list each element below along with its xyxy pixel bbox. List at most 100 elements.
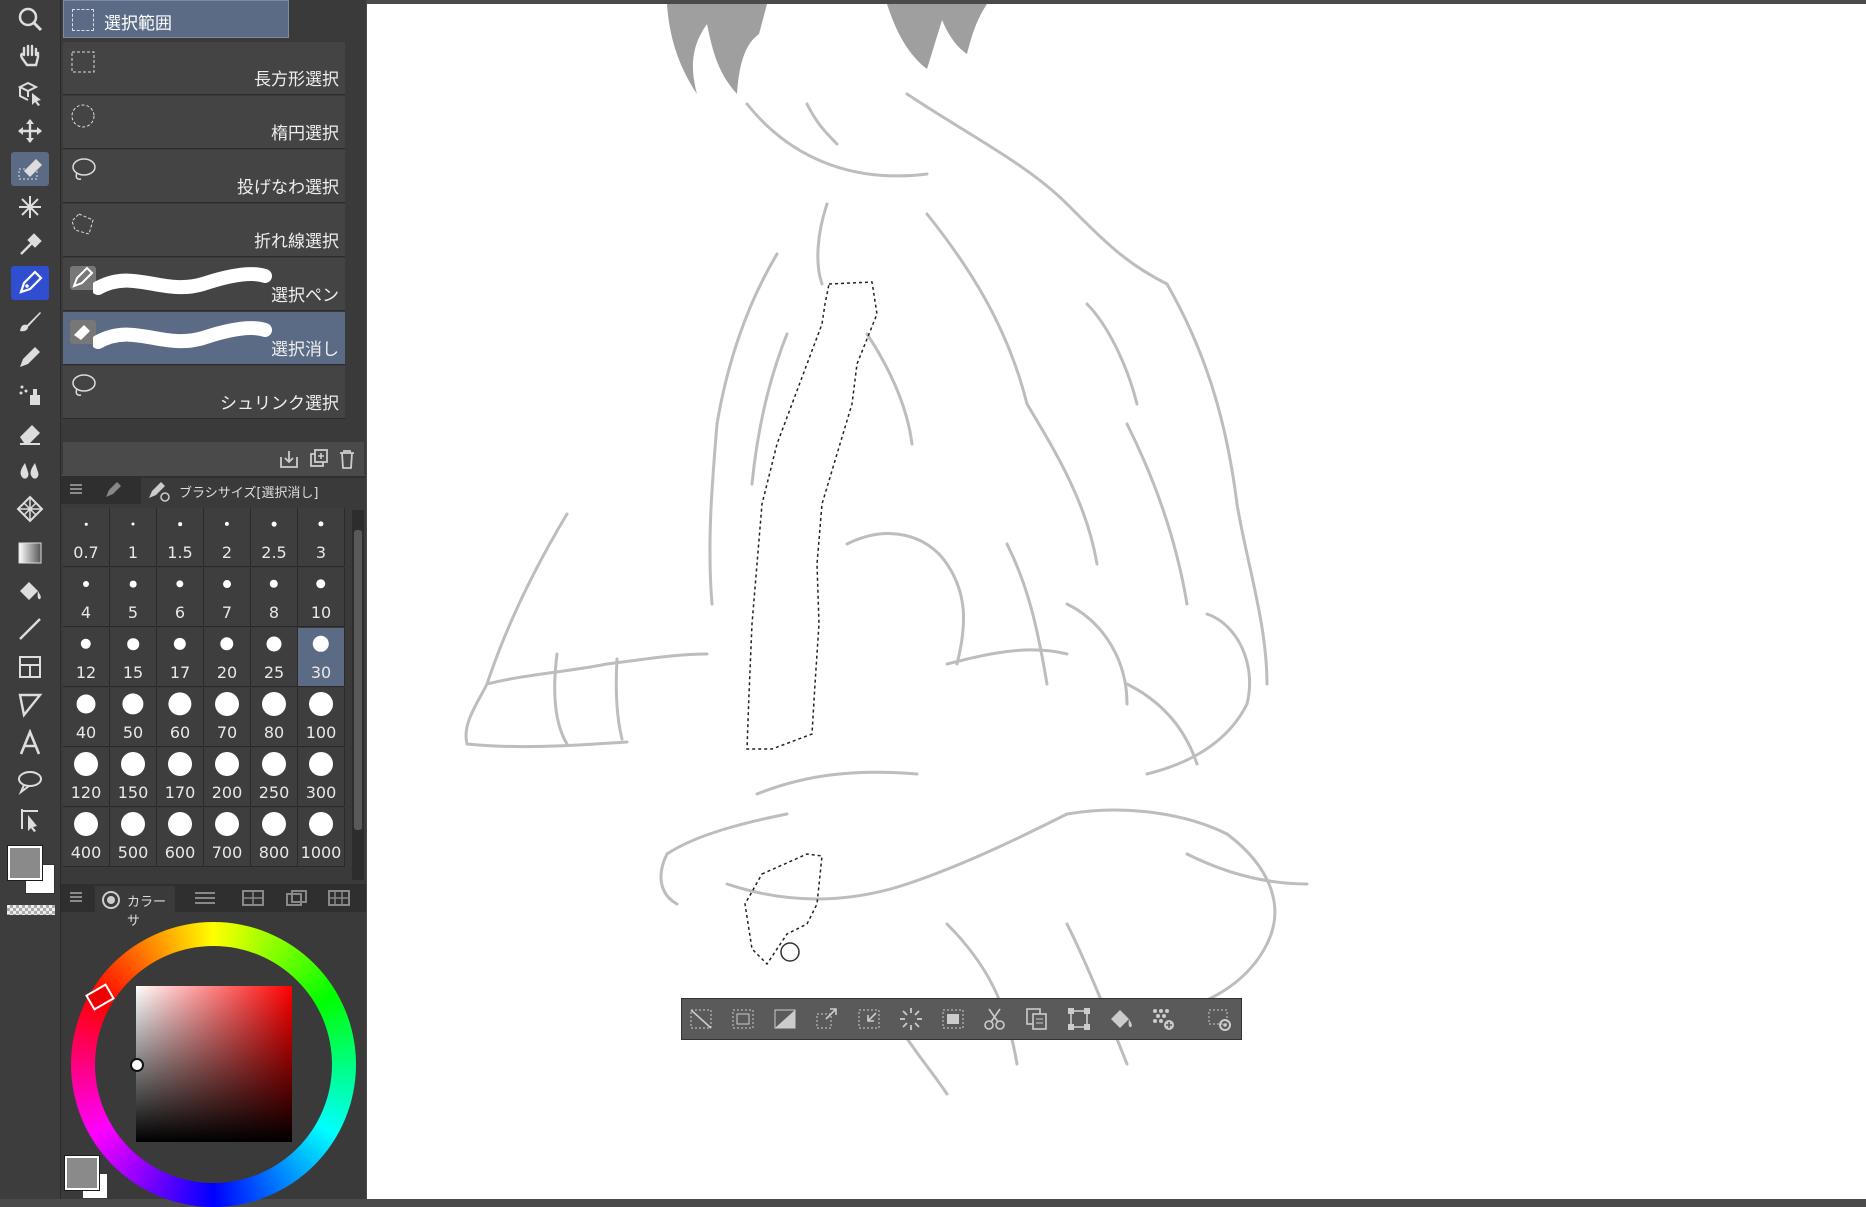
- brush-size-cell[interactable]: 50: [110, 688, 157, 747]
- correct-line-tool-icon[interactable]: [11, 802, 49, 836]
- main-color-swatch[interactable]: [8, 846, 42, 880]
- brush-size-cell[interactable]: 15: [110, 628, 157, 687]
- brush-size-cell[interactable]: 120: [63, 748, 110, 807]
- brush-size-cell[interactable]: 6: [157, 568, 204, 627]
- intermediate-color-tab-icon[interactable]: [285, 889, 309, 907]
- menu-icon[interactable]: [69, 890, 83, 904]
- brush-size-cell[interactable]: 60: [157, 688, 204, 747]
- subtool-selection-pen[interactable]: 選択ペン: [63, 258, 345, 311]
- balloon-tool-icon[interactable]: [11, 764, 49, 798]
- brush-size-cell[interactable]: 3: [298, 508, 345, 567]
- hand-tool-icon[interactable]: [11, 38, 49, 72]
- brush-size-cell[interactable]: 25: [251, 628, 298, 687]
- color-set-tab-icon[interactable]: [241, 889, 265, 907]
- saturation-value-square[interactable]: [136, 986, 292, 1142]
- brush-size-cell[interactable]: 7: [204, 568, 251, 627]
- tab-color-wheel[interactable]: カラーサ: [95, 886, 175, 929]
- brush-size-cell[interactable]: 17: [157, 628, 204, 687]
- canvas-area[interactable]: [366, 0, 1866, 1199]
- brush-size-cell[interactable]: 10: [298, 568, 345, 627]
- subtool-lasso[interactable]: 投げなわ選択: [63, 150, 345, 203]
- brush-size-cell[interactable]: 200: [204, 748, 251, 807]
- zoom-tool-icon[interactable]: [11, 2, 49, 36]
- operation-tool-icon[interactable]: [11, 76, 49, 110]
- brush-size-cell[interactable]: 80: [251, 688, 298, 747]
- eraser-tool-icon[interactable]: [11, 416, 49, 450]
- sv-marker[interactable]: [130, 1058, 144, 1072]
- brush-size-cell[interactable]: 2: [204, 508, 251, 567]
- pen-tool-icon[interactable]: [11, 266, 49, 300]
- subtool-polyline[interactable]: 折れ線選択: [63, 204, 345, 257]
- brush-size-cell[interactable]: 0.7: [63, 508, 110, 567]
- ruler-tool-icon[interactable]: [11, 688, 49, 722]
- transparent-color-swatch[interactable]: [7, 905, 55, 915]
- brush-size-cell[interactable]: 20: [204, 628, 251, 687]
- shrink-selection-icon[interactable]: [856, 1006, 882, 1032]
- cut-icon[interactable]: [982, 1006, 1008, 1032]
- gradient-tool-icon[interactable]: [11, 536, 49, 570]
- brush-size-cell[interactable]: 2.5: [251, 508, 298, 567]
- expand-selection-icon[interactable]: [814, 1006, 840, 1032]
- brush-size-cell[interactable]: 700: [204, 808, 251, 867]
- subtool-ellipse[interactable]: 楕円選択: [63, 96, 345, 149]
- brush-size-cell[interactable]: 40: [63, 688, 110, 747]
- brush-size-cell[interactable]: 8: [251, 568, 298, 627]
- selection-settings-icon[interactable]: [1206, 1006, 1232, 1032]
- shrink-select-icon: [72, 374, 96, 396]
- eyedropper-tool-icon[interactable]: [11, 228, 49, 262]
- delete-subtool-icon[interactable]: [336, 448, 358, 470]
- brush-size-cell[interactable]: 250: [251, 748, 298, 807]
- auto-select-tool-icon[interactable]: [11, 190, 49, 224]
- panel-main-color-swatch[interactable]: [65, 1156, 99, 1190]
- new-tone-icon[interactable]: [1150, 1006, 1176, 1032]
- brush-size-cell[interactable]: 70: [204, 688, 251, 747]
- brush-size-cell[interactable]: 150: [110, 748, 157, 807]
- brush-size-cell[interactable]: 600: [157, 808, 204, 867]
- invert-selection-icon[interactable]: [772, 1006, 798, 1032]
- blend-tool-icon[interactable]: [11, 454, 49, 488]
- brush-size-cell[interactable]: 12: [63, 628, 110, 687]
- brush-size-cell[interactable]: 400: [63, 808, 110, 867]
- subtool-rectangle[interactable]: 長方形選択: [63, 42, 345, 95]
- brush-size-cell[interactable]: 500: [110, 808, 157, 867]
- select-range-icon[interactable]: [898, 1006, 924, 1032]
- subtool-group-tab[interactable]: 選択範囲: [63, 0, 289, 38]
- brush-size-cell[interactable]: 170: [157, 748, 204, 807]
- frame-tool-icon[interactable]: [11, 650, 49, 684]
- brush-tool-icon[interactable]: [11, 304, 49, 338]
- brush-size-cell[interactable]: 1.5: [157, 508, 204, 567]
- brush-size-cell[interactable]: 30: [298, 628, 345, 687]
- save-subtool-icon[interactable]: [278, 448, 300, 470]
- color-history-tab-icon[interactable]: [327, 889, 351, 907]
- tab-brush-size[interactable]: ブラシサイズ[選択消し]: [141, 478, 366, 504]
- brush-size-cell[interactable]: 4: [63, 568, 110, 627]
- brush-size-cell[interactable]: 800: [251, 808, 298, 867]
- tool-property-tab-icon[interactable]: [103, 480, 123, 500]
- subtool-shrink[interactable]: シュリンク選択: [63, 366, 345, 419]
- color-slider-tab-icon[interactable]: [193, 889, 217, 907]
- decoration-tool-icon[interactable]: [11, 492, 49, 526]
- transform-icon[interactable]: [1066, 1006, 1092, 1032]
- selection-tool-icon[interactable]: [11, 152, 49, 186]
- duplicate-subtool-icon[interactable]: [308, 448, 330, 470]
- menu-icon[interactable]: [69, 482, 83, 496]
- brush-size-cell[interactable]: 100: [298, 688, 345, 747]
- move-layer-tool-icon[interactable]: [11, 114, 49, 148]
- brush-size-cell[interactable]: 5: [110, 568, 157, 627]
- figure-tool-icon[interactable]: [11, 612, 49, 646]
- brush-size-cell[interactable]: 1000: [298, 808, 345, 867]
- copy-paste-icon[interactable]: [1024, 1006, 1050, 1032]
- brush-size-cell[interactable]: 300: [298, 748, 345, 807]
- subtool-selection-eraser[interactable]: 選択消し: [63, 312, 345, 365]
- text-tool-icon[interactable]: [11, 726, 49, 760]
- brush-size-cell[interactable]: 1: [110, 508, 157, 567]
- deselect-icon[interactable]: [688, 1006, 714, 1032]
- selection-edge-icon[interactable]: [940, 1006, 966, 1032]
- fill-icon[interactable]: [1108, 1006, 1134, 1032]
- scroll-thumb[interactable]: [354, 530, 362, 830]
- fill-tool-icon[interactable]: [11, 574, 49, 608]
- pencil-tool-icon[interactable]: [11, 340, 49, 374]
- brush-size-scrollbar[interactable]: [352, 510, 364, 880]
- airbrush-tool-icon[interactable]: [11, 378, 49, 412]
- select-all-icon[interactable]: [730, 1006, 756, 1032]
